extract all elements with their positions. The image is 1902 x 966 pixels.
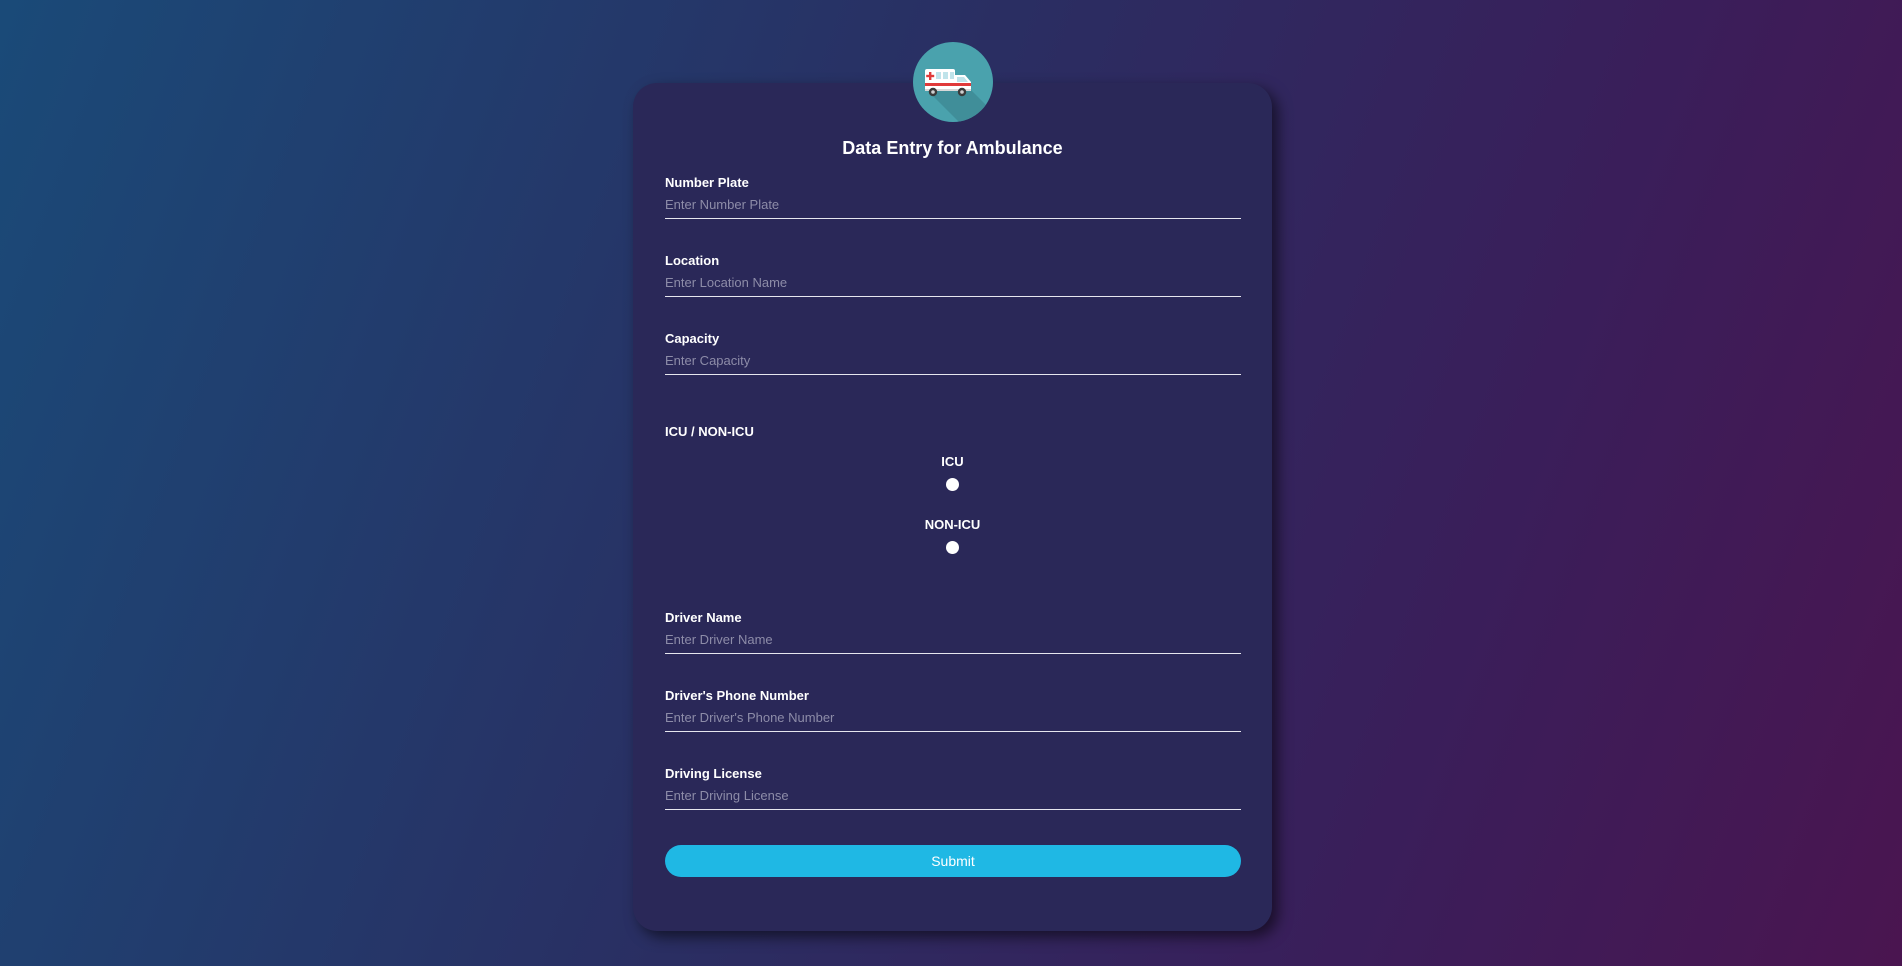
driver-name-field: Driver Name <box>665 610 1241 654</box>
location-field: Location <box>665 253 1241 297</box>
driver-name-input[interactable] <box>665 631 1241 654</box>
number-plate-field: Number Plate <box>665 175 1241 219</box>
driver-name-label: Driver Name <box>665 610 742 625</box>
driver-phone-label: Driver's Phone Number <box>665 688 809 703</box>
driver-phone-field: Driver's Phone Number <box>665 688 1241 732</box>
non-icu-radio[interactable] <box>946 541 959 554</box>
number-plate-label: Number Plate <box>665 175 749 190</box>
icu-radio[interactable] <box>946 478 959 491</box>
driving-license-label: Driving License <box>665 766 762 781</box>
number-plate-input[interactable] <box>665 196 1241 219</box>
capacity-label: Capacity <box>665 331 720 346</box>
icu-option: ICU <box>633 454 1272 491</box>
icu-radio-label: ICU <box>941 454 964 469</box>
icu-section-label: ICU / NON-ICU <box>665 424 754 439</box>
ambulance-icon <box>913 42 993 122</box>
non-icu-radio-label: NON-ICU <box>924 517 981 532</box>
location-input[interactable] <box>665 274 1241 297</box>
capacity-input[interactable] <box>665 352 1241 375</box>
submit-button[interactable]: Submit <box>665 845 1241 877</box>
driver-phone-input[interactable] <box>665 709 1241 732</box>
driving-license-input[interactable] <box>665 787 1241 810</box>
capacity-field: Capacity <box>665 331 1241 375</box>
driving-license-field: Driving License <box>665 766 1241 810</box>
form-title: Data Entry for Ambulance <box>842 138 1063 158</box>
non-icu-option: NON-ICU <box>633 517 1272 554</box>
location-label: Location <box>665 253 720 268</box>
